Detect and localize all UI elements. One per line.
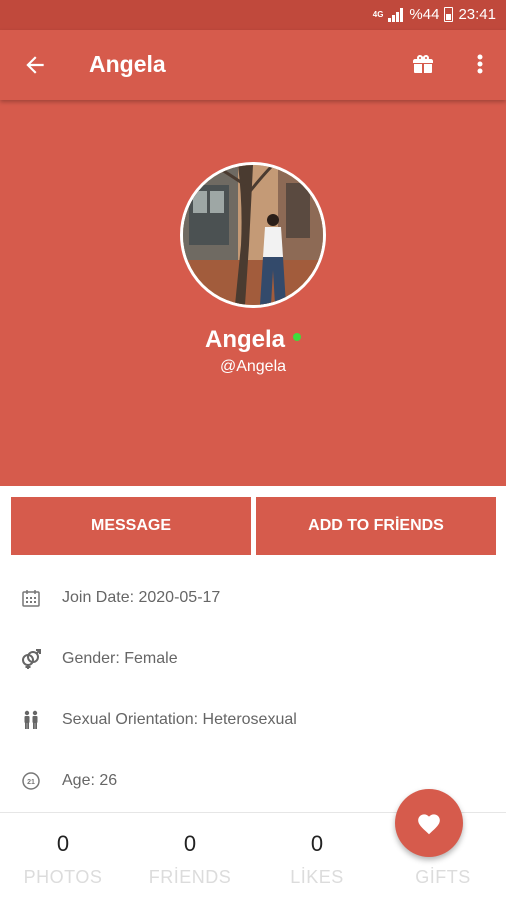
friends-label: FRİENDS	[148, 867, 232, 887]
age-text: Age: 26	[62, 772, 118, 789]
info-row-join-date: Join Date: 2020-05-17	[0, 578, 506, 618]
more-vert-icon[interactable]	[470, 52, 490, 76]
info-row-orientation: Sexual Orientation: Heterosexual	[0, 700, 506, 740]
back-arrow-icon[interactable]	[22, 52, 48, 78]
add-to-friends-button[interactable]: ADD TO FRİENDS	[256, 497, 496, 555]
gifts-label: GİFTS	[415, 867, 471, 887]
stat-likes[interactable]: 0 LİKES	[254, 813, 380, 888]
heart-icon	[418, 814, 440, 835]
profile-header: Angela @Angela	[0, 100, 506, 486]
signal-icon	[388, 7, 404, 22]
avatar[interactable]	[180, 162, 326, 308]
status-bar: 4G %44 23:41	[0, 0, 506, 30]
orientation-text: Sexual Orientation: Heterosexual	[62, 711, 297, 728]
page-title: Angela	[89, 51, 166, 77]
stat-photos[interactable]: 0 PHOTOS	[0, 813, 126, 888]
battery-icon	[444, 7, 454, 22]
clock: 23:41	[458, 6, 496, 23]
friends-count: 0	[183, 831, 197, 856]
like-button[interactable]	[395, 789, 463, 857]
profile-handle: @Angela	[219, 358, 287, 375]
orientation-icon	[20, 709, 42, 731]
gift-icon[interactable]	[411, 52, 435, 76]
gender-icon	[20, 648, 42, 670]
likes-count: 0	[310, 831, 324, 856]
svg-text:21: 21	[27, 779, 35, 786]
network-type: 4G	[372, 9, 384, 19]
battery-percent: %44	[409, 6, 440, 23]
calendar-icon	[20, 587, 42, 609]
profile-name-row: Angela	[0, 326, 506, 354]
app-toolbar: Angela	[0, 30, 506, 100]
stat-friends[interactable]: 0 FRİENDS	[127, 813, 253, 888]
photos-count: 0	[56, 831, 70, 856]
age-icon: 21	[20, 770, 42, 792]
gender-text: Gender: Female	[62, 650, 178, 667]
info-row-gender: Gender: Female	[0, 639, 506, 679]
photos-label: PHOTOS	[23, 867, 103, 887]
profile-name: Angela	[204, 326, 285, 353]
join-date-text: Join Date: 2020-05-17	[62, 589, 221, 606]
network-indicator: 4G	[372, 9, 384, 19]
message-button[interactable]: MESSAGE	[11, 497, 251, 555]
likes-label: LİKES	[290, 867, 344, 887]
online-status-dot	[293, 332, 301, 341]
